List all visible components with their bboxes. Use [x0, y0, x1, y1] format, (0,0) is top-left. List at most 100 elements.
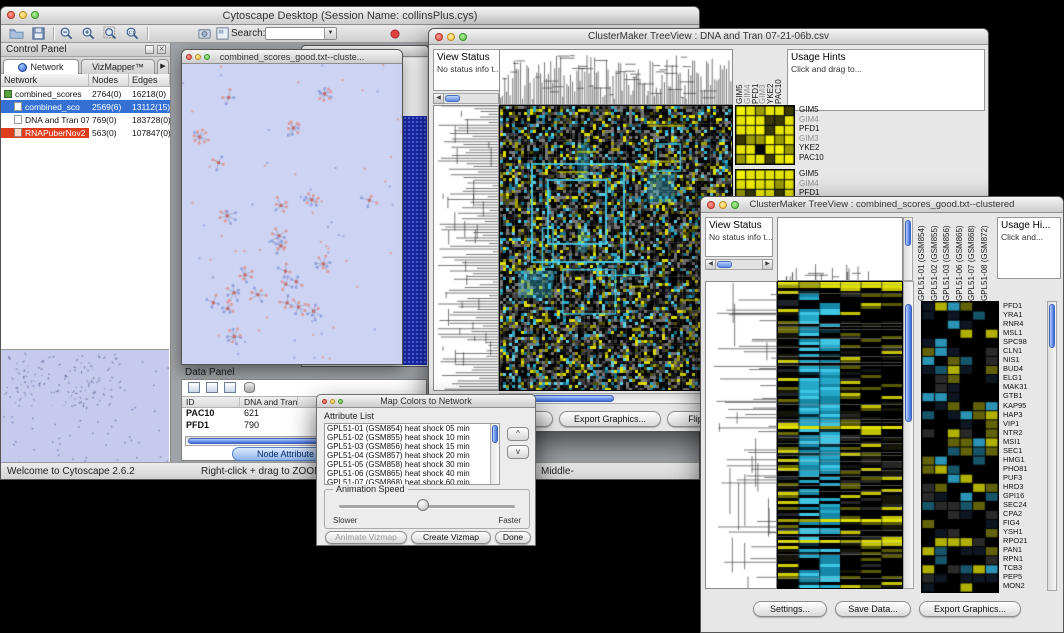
column-label[interactable]: GIM4 [743, 47, 751, 104]
zoom-button[interactable] [204, 54, 210, 60]
attribute-list-item[interactable]: GPL51-04 (GSM857) heat shock 20 min [325, 451, 499, 460]
column-label[interactable]: GPL51-06 (GSM865) [955, 205, 968, 301]
scrollbar-thumb[interactable] [1049, 304, 1055, 348]
column-label[interactable]: GPL51-01 (GSM854) [917, 205, 930, 301]
column-dendrogram-canvas[interactable] [500, 50, 732, 104]
gene-label[interactable]: KAP95 [1003, 401, 1045, 410]
float-icon[interactable] [145, 45, 154, 54]
node-attribute-table-icon[interactable] [188, 382, 200, 393]
overview-icon[interactable] [215, 26, 230, 41]
correlation-matrix-1-canvas[interactable] [736, 106, 794, 164]
network-attribute-table-icon[interactable] [224, 382, 236, 393]
scrollbar-thumb[interactable] [492, 425, 498, 443]
gene-label[interactable]: PUF3 [1003, 473, 1045, 482]
zoom-button[interactable] [31, 11, 39, 19]
column-label[interactable]: PAC10 [774, 47, 782, 104]
network-table-row[interactable]: DNA and Tran 07... 769(0) 183728(0) [1, 113, 170, 126]
gene-label[interactable]: RNR4 [1003, 319, 1045, 328]
treeview2-button[interactable]: Export Graphics... [919, 601, 1021, 617]
gene-label[interactable]: MON2 [1003, 581, 1045, 590]
attribute-list-item[interactable]: GPL51-01 (GSM854) heat shock 05 min [325, 424, 499, 433]
close-button[interactable] [435, 33, 443, 41]
tab-vizmapper[interactable]: VizMapper™ [81, 59, 155, 74]
move-down-button[interactable]: v [507, 445, 529, 459]
minimize-button[interactable] [330, 399, 335, 404]
gene-label[interactable]: TCB3 [1003, 563, 1045, 572]
gene-label[interactable]: GTB1 [1003, 391, 1045, 400]
gene-label[interactable]: PFD1 [1003, 301, 1045, 310]
open-folder-icon[interactable] [9, 26, 24, 41]
gene-label[interactable]: BUD4 [1003, 364, 1045, 373]
close-button[interactable] [322, 399, 327, 404]
treeview1-button[interactable]: Export Graphics... [559, 411, 661, 427]
matrix-row-label[interactable]: GIM4 [799, 115, 843, 125]
heatmap-canvas[interactable] [778, 282, 902, 588]
treeview1-titlebar[interactable]: ClusterMaker TreeView : DNA and Tran 07-… [429, 29, 988, 45]
scroll-right-icon[interactable]: ▶ [762, 259, 773, 270]
scroll-track[interactable] [444, 93, 498, 104]
zoom-actual-size-icon[interactable]: 1:1 [125, 26, 140, 41]
scroll-left-icon[interactable]: ◀ [433, 93, 444, 104]
gene-label[interactable]: CPA2 [1003, 509, 1045, 518]
network-view-titlebar[interactable]: combined_scores_good.txt--cluste... [182, 50, 402, 64]
matrix-row-label[interactable]: PFD1 [799, 124, 843, 134]
close-button[interactable] [707, 201, 715, 209]
gene-label[interactable]: PAN1 [1003, 545, 1045, 554]
matrix-row-label[interactable]: YKE2 [799, 143, 843, 153]
chevron-down-icon[interactable]: ▼ [324, 28, 336, 39]
zoom-heatmap-canvas[interactable] [922, 302, 998, 592]
scrollbar-thumb[interactable] [445, 95, 460, 102]
close-icon[interactable]: ✕ [157, 45, 166, 54]
dialog-button[interactable]: Animate Vizmap [325, 531, 407, 544]
column-label[interactable]: GIM5 [735, 47, 743, 104]
gene-label[interactable]: PEP5 [1003, 572, 1045, 581]
zoom-in-icon[interactable] [81, 26, 96, 41]
gene-label[interactable]: SPC98 [1003, 337, 1045, 346]
matrix-row-label[interactable]: PAC10 [799, 153, 843, 163]
gene-label[interactable]: MSI1 [1003, 437, 1045, 446]
gene-label[interactable]: NIS1 [1003, 355, 1045, 364]
data-table-column[interactable]: ID [182, 397, 240, 407]
gene-label[interactable]: MAK31 [1003, 382, 1045, 391]
zoom-button[interactable] [338, 399, 343, 404]
dialog-titlebar[interactable]: Map Colors to Network [317, 395, 535, 408]
minimize-button[interactable] [447, 33, 455, 41]
column-label[interactable]: GPL51-08 (GSM872) [980, 205, 993, 301]
attribute-list-item[interactable]: GPL51-06 (GSM865) heat shock 40 min [325, 469, 499, 478]
gene-label[interactable]: RPO21 [1003, 536, 1045, 545]
gene-label[interactable]: VIP1 [1003, 419, 1045, 428]
minimize-button[interactable] [19, 11, 27, 19]
dialog-button[interactable]: Done [495, 531, 531, 544]
tab-network[interactable]: Network [3, 59, 79, 74]
network-overview-canvas[interactable] [1, 349, 169, 465]
heatmap-vscrollbar[interactable] [903, 281, 914, 589]
gene-list-vscrollbar[interactable] [1047, 301, 1057, 591]
save-icon[interactable] [31, 26, 46, 41]
scroll-left-icon[interactable]: ◀ [705, 259, 716, 270]
minimize-button[interactable] [719, 201, 727, 209]
zoom-out-icon[interactable] [59, 26, 74, 41]
gene-label[interactable]: HAP3 [1003, 410, 1045, 419]
heatmap-canvas[interactable] [500, 106, 732, 390]
gene-label[interactable]: HMG1 [1003, 455, 1045, 464]
close-button[interactable] [186, 54, 192, 60]
speed-slider-thumb[interactable] [417, 499, 429, 511]
column-dendrogram-canvas[interactable] [778, 218, 902, 280]
mini-hscrollbar[interactable]: ◀ ▶ [705, 259, 773, 270]
treeview2-titlebar[interactable]: ClusterMaker TreeView : combined_scores_… [701, 197, 1063, 213]
attribute-list-item[interactable]: GPL51-03 (GSM856) heat shock 15 min [325, 442, 499, 451]
edge-attribute-table-icon[interactable] [206, 382, 218, 393]
database-icon[interactable] [244, 382, 255, 393]
list-vscrollbar[interactable] [490, 424, 499, 484]
scrollbar-thumb[interactable] [905, 220, 911, 246]
scrollbar-thumb[interactable] [905, 304, 912, 422]
network-table-row[interactable]: combined_sco 2569(6) 13112(15) [1, 100, 170, 113]
attribute-list-item[interactable]: GPL51-05 (GSM858) heat shock 30 min [325, 460, 499, 469]
matrix-row-label[interactable]: GIM5 [799, 169, 843, 179]
gene-label[interactable]: RPN1 [1003, 554, 1045, 563]
data-table-column[interactable]: DNA and Tran 07-21-06... [240, 397, 298, 407]
treeview2-button[interactable]: Settings... [753, 601, 827, 617]
gene-label[interactable]: HRD3 [1003, 482, 1045, 491]
attribute-list-item[interactable]: GPL51-02 (GSM855) heat shock 10 min [325, 433, 499, 442]
top-vscrollbar[interactable] [903, 217, 913, 281]
